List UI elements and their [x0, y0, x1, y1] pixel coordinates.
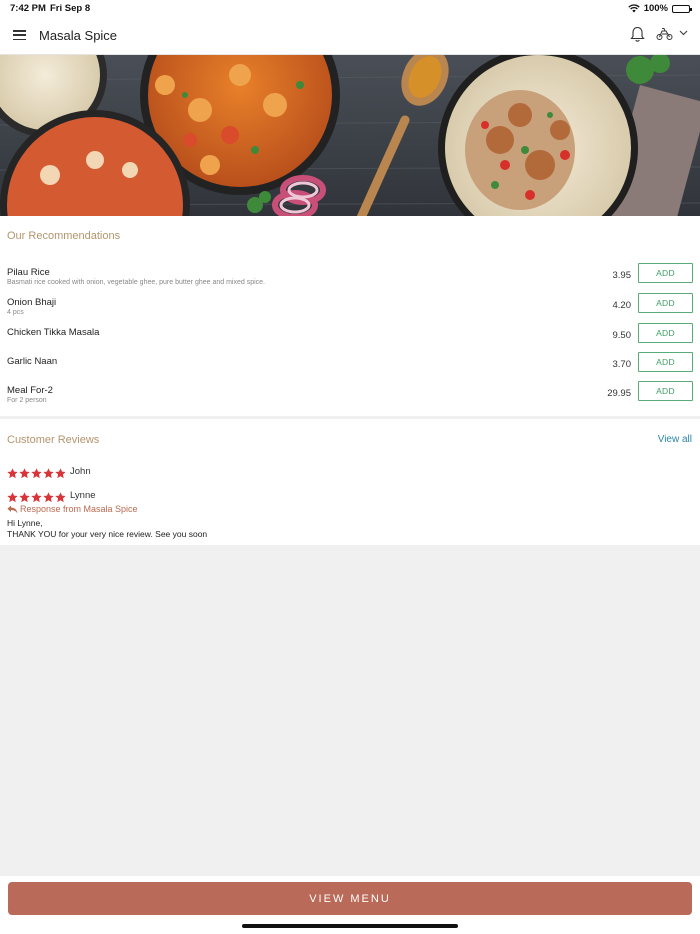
item-price: 3.95 [612, 270, 632, 281]
item-name: Onion Bhaji [7, 297, 57, 308]
star-rating [7, 492, 66, 503]
item-description: Basmati rice cooked with onion, vegetabl… [7, 279, 265, 286]
home-indicator[interactable] [242, 924, 458, 928]
chevron-down-icon[interactable] [679, 30, 688, 36]
menu-icon[interactable] [13, 30, 26, 40]
response-text: Hi Lynne, THANK YOU for your very nice r… [7, 518, 207, 540]
view-menu-button[interactable]: VIEW MENU [8, 882, 692, 915]
item-name: Garlic Naan [7, 356, 58, 367]
bell-icon[interactable] [630, 26, 645, 43]
star-rating [7, 468, 66, 479]
status-bar: 7:42 PM Fri Sep 8 100% [0, 0, 700, 17]
wifi-icon [628, 4, 640, 13]
view-all-link[interactable]: View all [658, 434, 692, 445]
reviews-title: Customer Reviews [7, 434, 100, 446]
star-icon [31, 468, 42, 479]
star-icon [19, 492, 30, 503]
item-name: Meal For-2 [7, 385, 53, 396]
app-header: Masala Spice [0, 17, 700, 55]
add-button[interactable]: ADD [638, 352, 693, 372]
item-description: 4 pcs [7, 309, 24, 316]
item-description: For 2 person [7, 397, 47, 404]
add-button[interactable]: ADD [638, 263, 693, 283]
recommendations-section: Our Recommendations Pilau Rice Basmati r… [0, 216, 700, 416]
reviewer-name: John [70, 466, 91, 477]
battery-percent: 100% [643, 3, 668, 14]
star-icon [43, 492, 54, 503]
add-button[interactable]: ADD [638, 323, 693, 343]
response-line: Hi Lynne, [7, 518, 43, 528]
status-time: 7:42 PM [10, 3, 46, 14]
menu-item: Onion Bhaji 4 pcs 4.20 ADD [0, 293, 700, 326]
review-item: Lynne Response from Masala Spice Hi Lynn… [7, 489, 687, 539]
hero-food-image [0, 55, 700, 216]
menu-item: Garlic Naan 3.70 ADD [0, 352, 700, 385]
reviews-section: Customer Reviews View all John Lynne Res… [0, 419, 700, 545]
item-price: 3.70 [612, 359, 632, 370]
item-name: Pilau Rice [7, 267, 50, 278]
add-button[interactable]: ADD [638, 293, 693, 313]
recommendations-title: Our Recommendations [7, 230, 121, 242]
review-item: John [7, 465, 687, 483]
star-icon [43, 468, 54, 479]
status-right: 100% [628, 3, 692, 14]
status-date: Fri Sep 8 [50, 3, 91, 14]
menu-item: Chicken Tikka Masala 9.50 ADD [0, 323, 700, 356]
reply-arrow-icon [7, 505, 18, 513]
restaurant-response: Response from Masala Spice [7, 504, 138, 514]
star-icon [7, 468, 18, 479]
add-button[interactable]: ADD [638, 381, 693, 401]
menu-item: Meal For-2 For 2 person 29.95 ADD [0, 381, 700, 414]
scooter-icon[interactable] [656, 27, 673, 41]
bottom-bar: VIEW MENU [0, 876, 700, 934]
response-label: Response from Masala Spice [20, 504, 138, 514]
star-icon [55, 492, 66, 503]
battery-icon [672, 4, 692, 13]
item-price: 29.95 [607, 388, 631, 399]
app-title: Masala Spice [39, 28, 118, 43]
star-icon [31, 492, 42, 503]
item-name: Chicken Tikka Masala [7, 327, 100, 338]
menu-item: Pilau Rice Basmati rice cooked with onio… [0, 263, 700, 296]
star-icon [19, 468, 30, 479]
reviewer-name: Lynne [70, 490, 96, 501]
star-icon [55, 468, 66, 479]
response-line: THANK YOU for your very nice review. See… [7, 529, 208, 539]
item-price: 9.50 [612, 330, 632, 341]
star-icon [7, 492, 18, 503]
item-price: 4.20 [612, 300, 632, 311]
